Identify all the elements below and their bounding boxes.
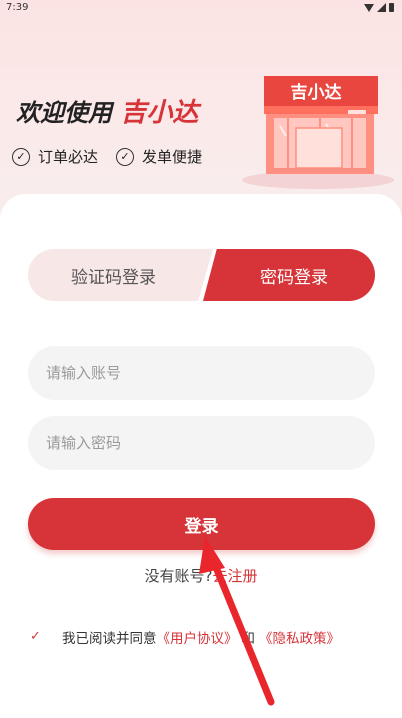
status-time: 7:39: [6, 2, 29, 13]
tab-sms-login[interactable]: 验证码登录: [28, 249, 213, 301]
battery-icon: [389, 3, 394, 12]
feature-label: 订单必达: [38, 148, 99, 166]
store-plate: [348, 110, 366, 114]
password-input[interactable]: [28, 416, 375, 470]
store-door: [295, 127, 343, 169]
login-button[interactable]: 登录: [28, 498, 375, 550]
user-agreement-link[interactable]: 《用户协议》: [157, 627, 238, 647]
welcome-prefix: 欢迎使用: [16, 99, 112, 127]
feature-label: 发单便捷: [142, 148, 203, 166]
brand-name: 吉小达: [120, 98, 199, 128]
privacy-policy-link[interactable]: 《隐私政策》: [259, 627, 340, 647]
agreement-row: ✓ 我已阅读并同意 《用户协议》 和 《隐私政策》: [30, 627, 340, 648]
status-bar: 7:39: [0, 0, 402, 18]
store-sign-text: 吉小达: [291, 82, 342, 103]
feature-item: ✓ 发单便捷: [116, 146, 202, 167]
register-link[interactable]: 去注册: [212, 567, 257, 585]
feature-list: ✓ 订单必达 ✓ 发单便捷: [12, 146, 202, 167]
welcome-title: 欢迎使用 吉小达: [16, 92, 198, 129]
tab-password-login[interactable]: 密码登录: [203, 249, 375, 301]
account-input[interactable]: [28, 346, 375, 400]
no-account-text: 没有账号?: [144, 567, 213, 585]
store-illustration: 吉小达: [242, 76, 394, 189]
check-circle-icon: ✓: [116, 147, 135, 166]
check-circle-icon: ✓: [12, 147, 30, 166]
feature-item: ✓ 订单必达: [12, 146, 98, 167]
register-line: 没有账号?去注册: [0, 565, 402, 586]
agreement-checkbox-icon[interactable]: ✓: [30, 630, 44, 644]
signal-icon: [377, 3, 386, 12]
wifi-icon: [364, 3, 374, 12]
status-icons: [364, 3, 394, 12]
agreement-prefix: 我已阅读并同意: [62, 631, 157, 647]
agreement-and: 和: [241, 631, 256, 647]
